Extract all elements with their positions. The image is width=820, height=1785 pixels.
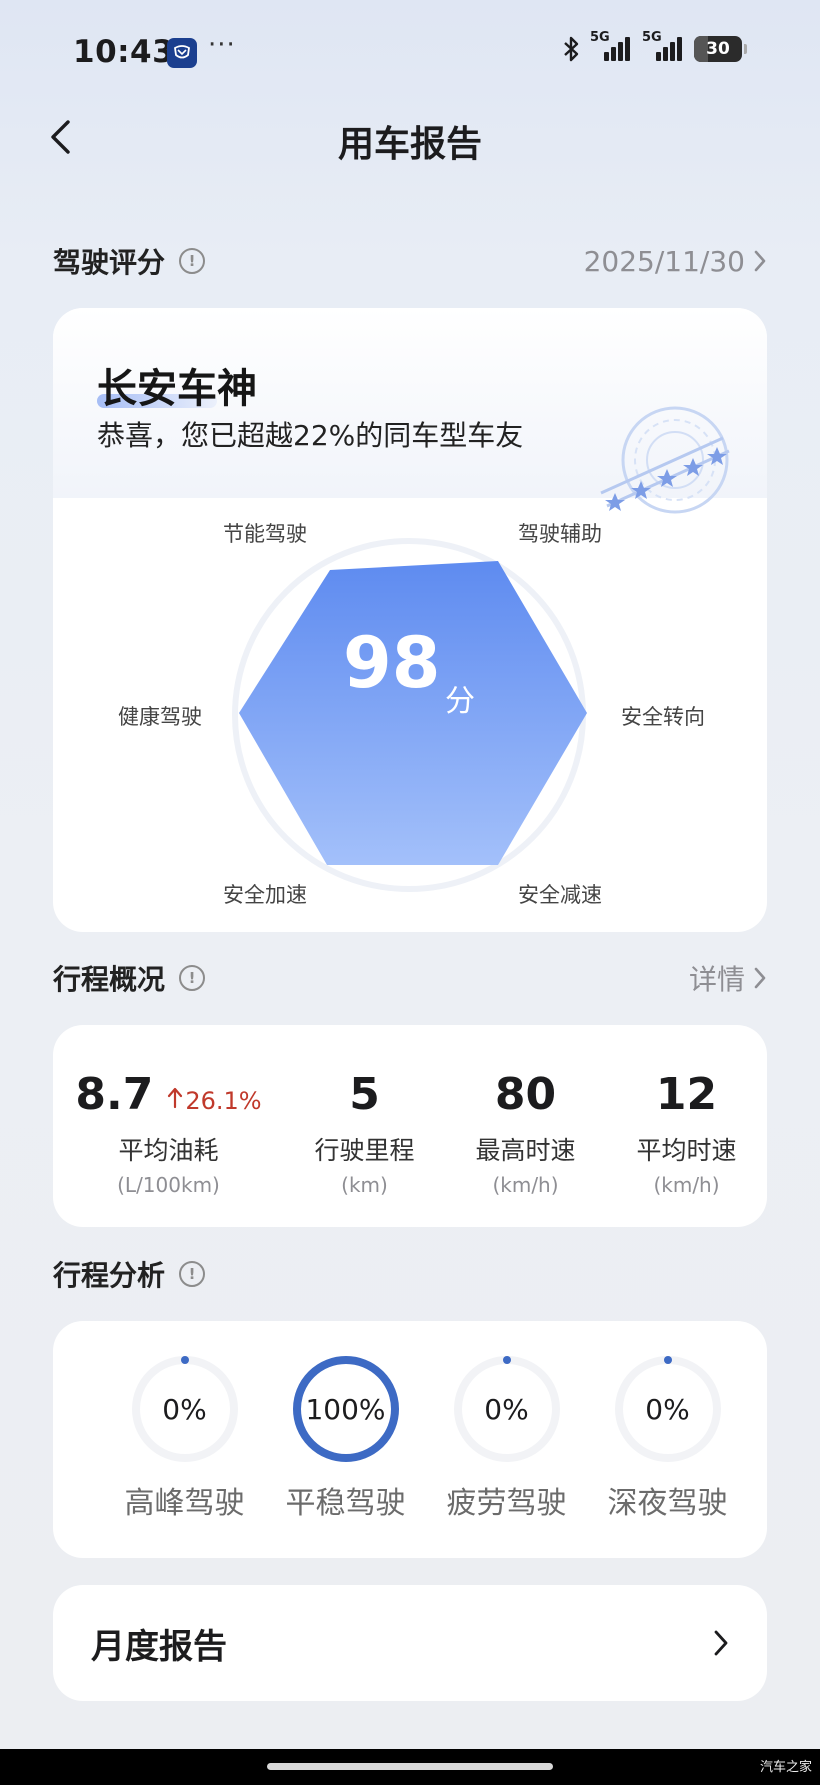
- ring-peak-driving: 0% 高峰驾驶: [104, 1354, 265, 1522]
- stat-value: 8.7: [75, 1069, 154, 1120]
- stat-unit: (km): [341, 1173, 388, 1197]
- battery-level: 30: [706, 39, 730, 59]
- trip-analysis-title: 行程分析: [53, 1259, 166, 1292]
- stat-label: 最高时速: [475, 1136, 576, 1165]
- details-link[interactable]: 详情: [689, 958, 767, 998]
- stat-unit: (km/h): [492, 1173, 559, 1197]
- signal-bars-icon: [604, 37, 630, 61]
- monthly-report-title: 月度报告: [91, 1626, 227, 1667]
- system-nav-bar: 汽车之家: [0, 1749, 820, 1785]
- rank-title: 长安车神: [97, 366, 257, 412]
- status-bar: 10:43 ··· 5G 5G 30: [0, 0, 820, 106]
- details-label: 详情: [688, 963, 745, 996]
- stat-unit: (km/h): [653, 1173, 720, 1197]
- analysis-rings: 0% 高峰驾驶 100% 平稳驾驶 0% 疲劳驾驶 0% 深夜驾驶: [104, 1354, 748, 1522]
- ring-label: 深夜驾驶: [607, 1486, 728, 1521]
- trip-stats: 8.7 26.1% 平均油耗 (L/100km) 5 行驶里程 (km) 80 …: [53, 1069, 767, 1197]
- stat-unit: (L/100km): [117, 1173, 220, 1197]
- signal-1: 5G: [590, 30, 634, 64]
- bluetooth-icon: [564, 36, 579, 62]
- progress-ring: 0%: [452, 1354, 562, 1464]
- monthly-report-button[interactable]: 月度报告: [53, 1585, 767, 1701]
- arrow-up-icon: [168, 1087, 183, 1109]
- trip-overview-card: 8.7 26.1% 平均油耗 (L/100km) 5 行驶里程 (km) 80 …: [53, 1025, 767, 1227]
- ring-percent: 100%: [305, 1392, 386, 1426]
- changan-app-icon: [167, 38, 197, 68]
- stat-change: 26.1%: [167, 1087, 262, 1115]
- page-title: 用车报告: [337, 124, 482, 165]
- ring-smooth-driving: 100% 平稳驾驶: [265, 1354, 426, 1522]
- chevron-right-icon: [754, 967, 766, 989]
- battery-icon: 30: [694, 36, 747, 62]
- progress-ring: 0%: [613, 1354, 723, 1464]
- status-time: 10:43: [73, 34, 175, 70]
- driving-score-header: 驾驶评分 ! 2025/11/30: [53, 239, 767, 283]
- stat-value: 12: [655, 1069, 718, 1120]
- radar-label-steering: 安全转向: [621, 705, 705, 729]
- trip-overview-header: 行程概况 ! 详情: [53, 956, 767, 1000]
- stat-value: 80: [494, 1069, 557, 1120]
- radar-label-acceleration: 安全加速: [223, 883, 307, 907]
- stat-label: 平均时速: [636, 1136, 737, 1165]
- radar-hexagon: [239, 561, 587, 865]
- date-selector[interactable]: 2025/11/30: [584, 245, 767, 278]
- signal-bars-icon: [656, 37, 682, 61]
- trip-overview-title: 行程概况: [53, 963, 166, 996]
- ring-fatigue-driving: 0% 疲劳驾驶: [426, 1354, 587, 1522]
- trip-analysis-header: 行程分析 !: [53, 1252, 767, 1296]
- chevron-right-icon: [754, 250, 766, 272]
- info-icon[interactable]: !: [179, 1261, 206, 1287]
- chevron-right-icon: [714, 1630, 728, 1656]
- progress-ring: 0%: [130, 1354, 240, 1464]
- stat-mileage: 5 行驶里程 (km): [284, 1069, 445, 1197]
- radar-label-deceleration: 安全减速: [518, 883, 602, 907]
- trip-analysis-card: 0% 高峰驾驶 100% 平稳驾驶 0% 疲劳驾驶 0% 深夜驾驶: [53, 1321, 767, 1558]
- ring-label: 高峰驾驶: [124, 1486, 245, 1521]
- ring-percent: 0%: [484, 1392, 529, 1426]
- stat-label: 行驶里程: [314, 1136, 415, 1165]
- watermark: 汽车之家: [759, 1760, 812, 1775]
- more-notifications-icon: ···: [208, 30, 236, 60]
- driving-score-card: 长安车神 恭喜，您已超越22%的同车型车友 节能驾驶 驾驶辅助 安全转向 安全减…: [53, 308, 767, 932]
- stat-avg-fuel: 8.7 26.1% 平均油耗 (L/100km): [53, 1069, 284, 1197]
- ring-label: 平稳驾驶: [285, 1486, 406, 1521]
- ring-label: 疲劳驾驶: [446, 1486, 567, 1521]
- progress-ring: 100%: [291, 1354, 401, 1464]
- rank-subtitle: 恭喜，您已超越22%的同车型车友: [97, 419, 524, 452]
- info-icon[interactable]: !: [179, 248, 206, 274]
- stat-max-speed: 80 最高时速 (km/h): [445, 1069, 606, 1197]
- ring-percent: 0%: [645, 1392, 690, 1426]
- stat-value: 5: [349, 1069, 380, 1120]
- info-icon[interactable]: !: [179, 965, 206, 991]
- stat-avg-speed: 12 平均时速 (km/h): [606, 1069, 767, 1197]
- driving-score-title: 驾驶评分: [53, 246, 166, 279]
- status-indicators: 5G 5G 30: [560, 30, 747, 64]
- radar-label-health: 健康驾驶: [118, 705, 202, 729]
- ring-percent: 0%: [162, 1392, 207, 1426]
- stat-label: 平均油耗: [118, 1136, 219, 1165]
- report-date: 2025/11/30: [583, 244, 745, 278]
- signal-2: 5G: [642, 30, 686, 64]
- ring-night-driving: 0% 深夜驾驶: [587, 1354, 748, 1522]
- stat-change-value: 26.1%: [185, 1087, 262, 1115]
- radar-label-assist: 驾驶辅助: [518, 522, 602, 546]
- radar-label-energy: 节能驾驶: [223, 522, 307, 546]
- home-indicator[interactable]: [267, 1763, 553, 1770]
